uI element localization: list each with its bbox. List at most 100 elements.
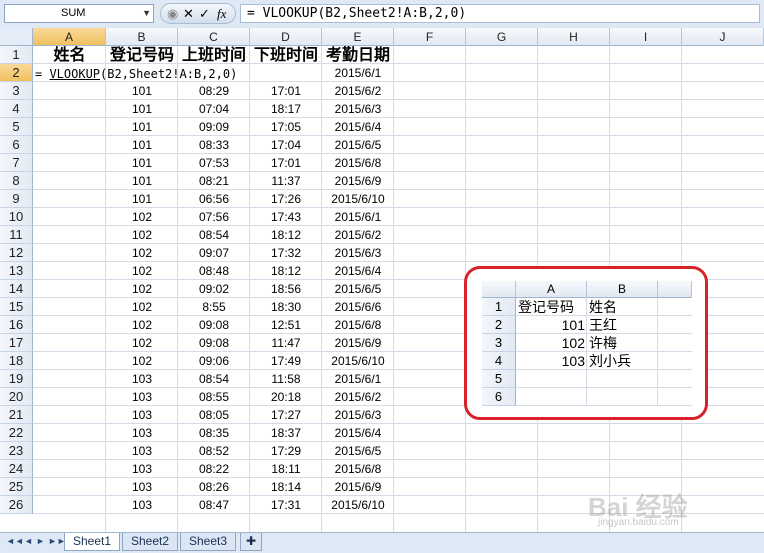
row-header-8[interactable]: 8 bbox=[0, 172, 33, 190]
column-header-a[interactable]: A bbox=[33, 28, 106, 46]
id-cell[interactable]: 102 bbox=[106, 226, 178, 244]
row-header-19[interactable]: 19 bbox=[0, 370, 33, 388]
column-header-i[interactable]: I bbox=[610, 28, 682, 46]
date-cell[interactable]: 2015/6/2 bbox=[322, 82, 394, 100]
end-time-cell[interactable]: 18:30 bbox=[250, 298, 322, 316]
id-cell[interactable]: 102 bbox=[106, 316, 178, 334]
row-header-10[interactable]: 10 bbox=[0, 208, 33, 226]
id-cell[interactable]: 101 bbox=[106, 136, 178, 154]
date-cell[interactable]: 2015/6/3 bbox=[322, 244, 394, 262]
id-cell[interactable]: 103 bbox=[106, 424, 178, 442]
column-header-b[interactable]: B bbox=[106, 28, 178, 46]
start-time-cell[interactable]: 08:05 bbox=[178, 406, 250, 424]
end-time-cell[interactable]: 18:12 bbox=[250, 262, 322, 280]
header-cell[interactable]: 上班时间 bbox=[178, 46, 250, 64]
start-time-cell[interactable]: 08:54 bbox=[178, 370, 250, 388]
date-cell[interactable]: 2015/6/8 bbox=[322, 460, 394, 478]
start-time-cell[interactable]: 08:21 bbox=[178, 172, 250, 190]
id-cell[interactable]: 102 bbox=[106, 334, 178, 352]
end-time-cell[interactable]: 17:05 bbox=[250, 118, 322, 136]
row-header-17[interactable]: 17 bbox=[0, 334, 33, 352]
start-time-cell[interactable]: 07:04 bbox=[178, 100, 250, 118]
id-cell[interactable]: 101 bbox=[106, 154, 178, 172]
row-header-5[interactable]: 5 bbox=[0, 118, 33, 136]
start-time-cell[interactable]: 08:47 bbox=[178, 496, 250, 514]
row-header-25[interactable]: 25 bbox=[0, 478, 33, 496]
header-cell[interactable]: 登记号码 bbox=[106, 46, 178, 64]
end-time-cell[interactable]: 20:18 bbox=[250, 388, 322, 406]
start-time-cell[interactable]: 09:09 bbox=[178, 118, 250, 136]
row-header-26[interactable]: 26 bbox=[0, 496, 33, 514]
date-cell[interactable]: 2015/6/10 bbox=[322, 352, 394, 370]
end-time-cell[interactable]: 17:29 bbox=[250, 442, 322, 460]
row-header-13[interactable]: 13 bbox=[0, 262, 33, 280]
end-time-cell[interactable]: 17:01 bbox=[250, 82, 322, 100]
id-cell[interactable]: 102 bbox=[106, 298, 178, 316]
id-cell[interactable]: 102 bbox=[106, 262, 178, 280]
date-cell[interactable]: 2015/6/8 bbox=[322, 316, 394, 334]
formula-function[interactable]: VLOOKUP bbox=[49, 67, 100, 81]
row-header-6[interactable]: 6 bbox=[0, 136, 33, 154]
column-header-j[interactable]: J bbox=[682, 28, 764, 46]
row-header-14[interactable]: 14 bbox=[0, 280, 33, 298]
row-header-24[interactable]: 24 bbox=[0, 460, 33, 478]
id-cell[interactable]: 101 bbox=[106, 172, 178, 190]
end-time-cell[interactable]: 17:26 bbox=[250, 190, 322, 208]
start-time-cell[interactable]: 08:29 bbox=[178, 82, 250, 100]
row-header-12[interactable]: 12 bbox=[0, 244, 33, 262]
worksheet-grid[interactable]: ABCDEFGHIJ 1 2 3 4 5 6 7 8 9 10 11 12 13 14 15 16 17 18 19… bbox=[0, 28, 764, 532]
start-time-cell[interactable]: 08:22 bbox=[178, 460, 250, 478]
date-cell[interactable]: 2015/6/2 bbox=[322, 226, 394, 244]
id-cell[interactable]: 102 bbox=[106, 352, 178, 370]
row-header-9[interactable]: 9 bbox=[0, 190, 33, 208]
date-cell[interactable]: 2015/6/9 bbox=[322, 334, 394, 352]
row-header-18[interactable]: 18 bbox=[0, 352, 33, 370]
start-time-cell[interactable]: 08:33 bbox=[178, 136, 250, 154]
end-time-cell[interactable]: 11:58 bbox=[250, 370, 322, 388]
chevron-down-icon[interactable]: ▼ bbox=[142, 8, 151, 18]
start-time-cell[interactable]: 06:56 bbox=[178, 190, 250, 208]
date-cell[interactable]: 2015/6/1 bbox=[322, 64, 394, 82]
column-header-f[interactable]: F bbox=[394, 28, 466, 46]
row-header-11[interactable]: 11 bbox=[0, 226, 33, 244]
header-cell[interactable]: 下班时间 bbox=[250, 46, 322, 64]
end-time-cell[interactable]: 17:32 bbox=[250, 244, 322, 262]
end-time-cell[interactable]: 18:17 bbox=[250, 100, 322, 118]
id-cell[interactable]: 101 bbox=[106, 100, 178, 118]
end-time-cell[interactable]: 18:14 bbox=[250, 478, 322, 496]
start-time-cell[interactable]: 09:07 bbox=[178, 244, 250, 262]
row-header-21[interactable]: 21 bbox=[0, 406, 33, 424]
date-cell[interactable]: 2015/6/4 bbox=[322, 262, 394, 280]
start-time-cell[interactable]: 07:56 bbox=[178, 208, 250, 226]
date-cell[interactable]: 2015/6/8 bbox=[322, 154, 394, 172]
end-time-cell[interactable]: 18:11 bbox=[250, 460, 322, 478]
start-time-cell[interactable]: 08:54 bbox=[178, 226, 250, 244]
id-cell[interactable]: 103 bbox=[106, 442, 178, 460]
name-box[interactable]: SUM ▼ bbox=[4, 4, 154, 23]
header-cell[interactable]: 考勤日期 bbox=[322, 46, 394, 64]
end-time-cell[interactable]: 17:04 bbox=[250, 136, 322, 154]
id-cell[interactable]: 103 bbox=[106, 496, 178, 514]
date-cell[interactable]: 2015/6/3 bbox=[322, 406, 394, 424]
formula-input[interactable]: = VLOOKUP(B2,Sheet2!A:B,2,0) bbox=[240, 4, 760, 23]
date-cell[interactable]: 2015/6/10 bbox=[322, 496, 394, 514]
row-header-15[interactable]: 15 bbox=[0, 298, 33, 316]
date-cell[interactable]: 2015/6/2 bbox=[322, 388, 394, 406]
end-time-cell[interactable]: 17:27 bbox=[250, 406, 322, 424]
column-header-g[interactable]: G bbox=[466, 28, 538, 46]
end-time-cell[interactable]: 18:37 bbox=[250, 424, 322, 442]
date-cell[interactable]: 2015/6/10 bbox=[322, 190, 394, 208]
row-header-23[interactable]: 23 bbox=[0, 442, 33, 460]
id-cell[interactable]: 102 bbox=[106, 208, 178, 226]
header-cell[interactable]: 姓名 bbox=[33, 46, 106, 64]
editing-cell-a2[interactable]: = VLOOKUP(B2,Sheet2!A:B,2,0) bbox=[33, 65, 237, 83]
date-cell[interactable]: 2015/6/4 bbox=[322, 424, 394, 442]
row-header-4[interactable]: 4 bbox=[0, 100, 33, 118]
id-cell[interactable]: 103 bbox=[106, 388, 178, 406]
row-header-1[interactable]: 1 bbox=[0, 46, 33, 64]
end-time-cell[interactable]: 17:31 bbox=[250, 496, 322, 514]
column-header-d[interactable]: D bbox=[250, 28, 322, 46]
id-cell[interactable]: 101 bbox=[106, 190, 178, 208]
start-time-cell[interactable]: 08:55 bbox=[178, 388, 250, 406]
end-time-cell[interactable]: 17:43 bbox=[250, 208, 322, 226]
